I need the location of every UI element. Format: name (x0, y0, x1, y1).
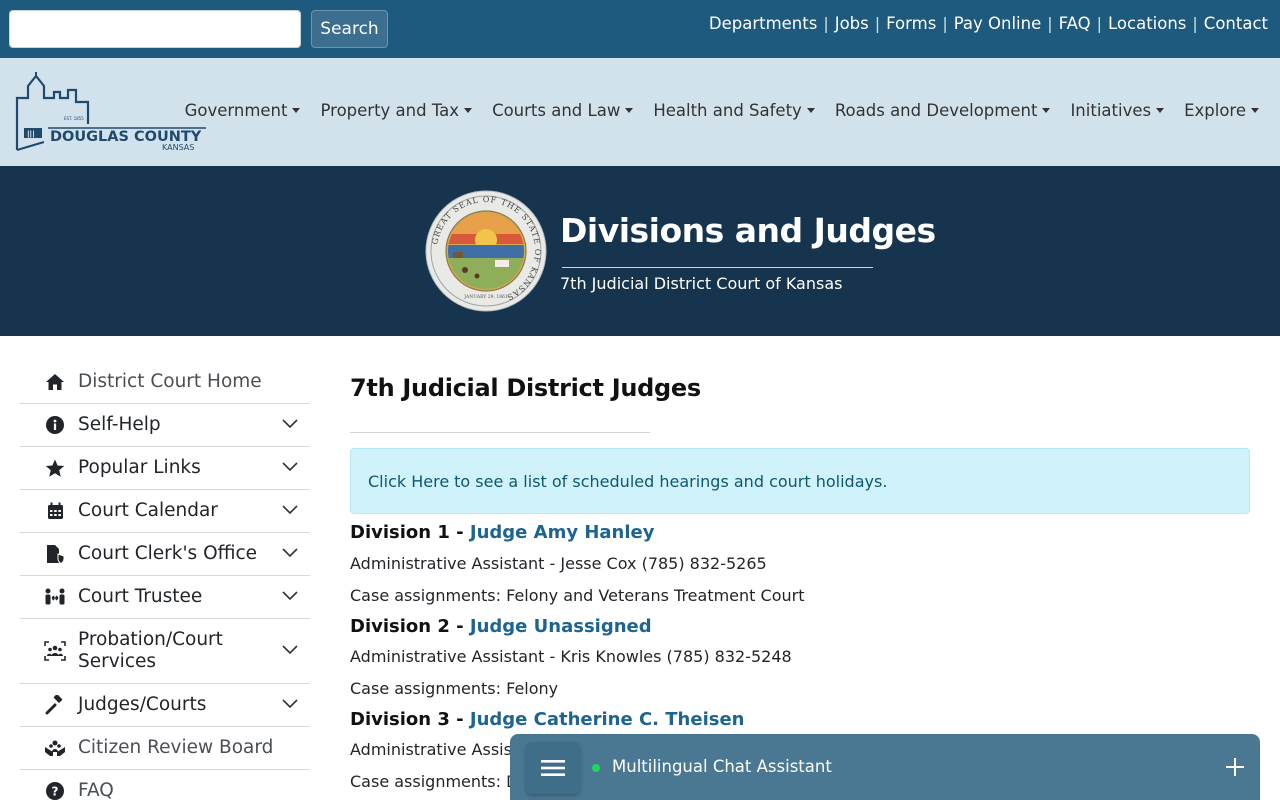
caret-down-icon (1042, 108, 1051, 113)
nav-link-contact[interactable]: Contact (1204, 14, 1268, 33)
section-heading: 7th Judicial District Judges (350, 374, 701, 402)
title-divider (562, 267, 873, 268)
gavel-icon (44, 694, 66, 716)
chevron-down-icon[interactable] (282, 699, 298, 709)
caret-down-icon (625, 108, 634, 113)
svg-text:?: ? (52, 785, 59, 799)
chat-title: Multilingual Chat Assistant (612, 757, 832, 776)
caret-down-icon (806, 108, 815, 113)
chevron-down-icon[interactable] (282, 505, 298, 515)
nav-link-pay-online[interactable]: Pay Online (954, 14, 1042, 33)
chevron-down-icon[interactable] (282, 462, 298, 472)
division-label: Division 3 - (350, 709, 464, 730)
nav-link-faq[interactable]: FAQ (1059, 14, 1091, 33)
sidebar-item-popular-links[interactable]: Popular Links (20, 447, 310, 490)
nav-link-forms[interactable]: Forms (886, 14, 936, 33)
sidebar-item-label: Probation/Court (78, 629, 223, 650)
search-button[interactable]: Search (311, 10, 388, 48)
question-circle-icon: ? (44, 780, 66, 800)
main-header: ||| EST. 1855 DOUGLAS COUNTY KANSAS Gove… (0, 58, 1280, 166)
nav-initiatives[interactable]: Initiatives (1070, 101, 1165, 120)
caret-down-icon (1156, 108, 1165, 113)
sidebar-item-district-court-home[interactable]: District Court Home (20, 361, 310, 404)
group-frame-icon (44, 640, 66, 662)
chevron-down-icon[interactable] (282, 591, 298, 601)
nav-link-jobs[interactable]: Jobs (835, 14, 869, 33)
judge-link[interactable]: Judge Amy Hanley (470, 522, 655, 543)
assistant-info: Administrative Assista (350, 740, 529, 759)
people-arrows-icon (44, 586, 66, 608)
case-assignments: Case assignments: Felony (350, 679, 559, 698)
svg-text:KANSAS: KANSAS (162, 143, 194, 152)
caret-down-icon (1251, 108, 1259, 113)
chevron-down-icon[interactable] (282, 419, 298, 429)
nav-health-and-safety[interactable]: Health and Safety (653, 101, 815, 120)
nav-link-departments[interactable]: Departments (709, 14, 817, 33)
calendar-icon (44, 500, 66, 522)
sidebar-item-probation-court-services[interactable]: Probation/Court Services (20, 619, 310, 684)
case-assignments: Case assignments: Felony and Veterans Tr… (350, 586, 805, 605)
home-icon (44, 371, 66, 393)
plus-icon[interactable] (1224, 756, 1246, 778)
division-1: Division 1 - Judge Amy Hanley (350, 522, 654, 543)
sidebar-item-label-line2: Services (78, 651, 157, 672)
hamburger-menu-icon (541, 760, 565, 776)
division-label: Division 2 - (350, 616, 464, 637)
nav-roads-and-development[interactable]: Roads and Development (835, 101, 1051, 120)
sidebar-item-court-clerks-office[interactable]: Court Clerk's Office (20, 533, 310, 576)
search-input[interactable] (9, 10, 301, 48)
page-title: Divisions and Judges (560, 211, 936, 250)
page-subtitle: 7th Judicial District Court of Kansas (560, 274, 843, 293)
nav-link-locations[interactable]: Locations (1108, 14, 1186, 33)
hearings-link[interactable]: Click Here (368, 472, 449, 491)
sidebar-item-faq[interactable]: ? FAQ (20, 770, 310, 800)
kansas-state-seal: GREAT SEAL OF THE STATE OF KANSAS JANUAR… (425, 190, 547, 312)
case-assignments: Case assignments: D (350, 772, 519, 791)
main-nav: Government Property and Tax Courts and L… (165, 101, 1259, 120)
info-circle-icon (44, 414, 66, 436)
nav-courts-and-law[interactable]: Courts and Law (492, 101, 634, 120)
star-icon (44, 457, 66, 479)
hands-people-icon (44, 737, 66, 759)
alert-text: to see a list of scheduled hearings and … (454, 471, 888, 491)
division-label: Division 1 - (350, 522, 464, 543)
nav-explore[interactable]: Explore (1184, 101, 1259, 120)
division-3: Division 3 - Judge Catherine C. Theisen (350, 709, 745, 730)
svg-text:JANUARY 29, 1861: JANUARY 29, 1861 (463, 294, 508, 300)
utility-nav: Departments | Jobs | Forms | Pay Online | FA… (708, 14, 1268, 33)
online-status-dot (592, 764, 600, 772)
sidebar-nav: District Court Home Self-Help Popular Li… (20, 361, 310, 800)
svg-text:EST. 1855: EST. 1855 (64, 116, 84, 121)
top-bar: Search Departments | Jobs | Forms | Pay Onl… (0, 0, 1280, 58)
chat-menu-button[interactable] (526, 742, 580, 794)
sidebar-item-court-trustee[interactable]: Court Trustee (20, 576, 310, 619)
division-2: Division 2 - Judge Unassigned (350, 616, 652, 637)
caret-down-icon (464, 108, 473, 113)
sidebar-item-citizen-review-board[interactable]: Citizen Review Board (20, 727, 310, 770)
svg-text:|||: ||| (27, 130, 35, 139)
sidebar-item-self-help[interactable]: Self-Help (20, 404, 310, 447)
judge-link[interactable]: Judge Unassigned (470, 616, 652, 637)
chat-assistant-bar[interactable]: Multilingual Chat Assistant (510, 734, 1260, 800)
judge-link[interactable]: Judge Catherine C. Theisen (470, 709, 745, 730)
nav-government[interactable]: Government (185, 101, 301, 120)
chevron-down-icon[interactable] (282, 645, 298, 655)
hero-banner: GREAT SEAL OF THE STATE OF KANSAS JANUAR… (0, 166, 1280, 336)
assistant-info: Administrative Assistant - Kris Knowles … (350, 647, 792, 666)
hearings-alert: Click Here to see a list of scheduled he… (350, 448, 1250, 514)
chevron-down-icon[interactable] (282, 548, 298, 558)
file-shield-icon (44, 543, 66, 565)
sidebar-item-judges-courts[interactable]: Judges/Courts (20, 684, 310, 727)
nav-property-and-tax[interactable]: Property and Tax (320, 101, 473, 120)
assistant-info: Administrative Assistant - Jesse Cox (78… (350, 554, 767, 573)
heading-divider (350, 432, 650, 433)
caret-down-icon (292, 108, 301, 113)
sidebar-item-court-calendar[interactable]: Court Calendar (20, 490, 310, 533)
